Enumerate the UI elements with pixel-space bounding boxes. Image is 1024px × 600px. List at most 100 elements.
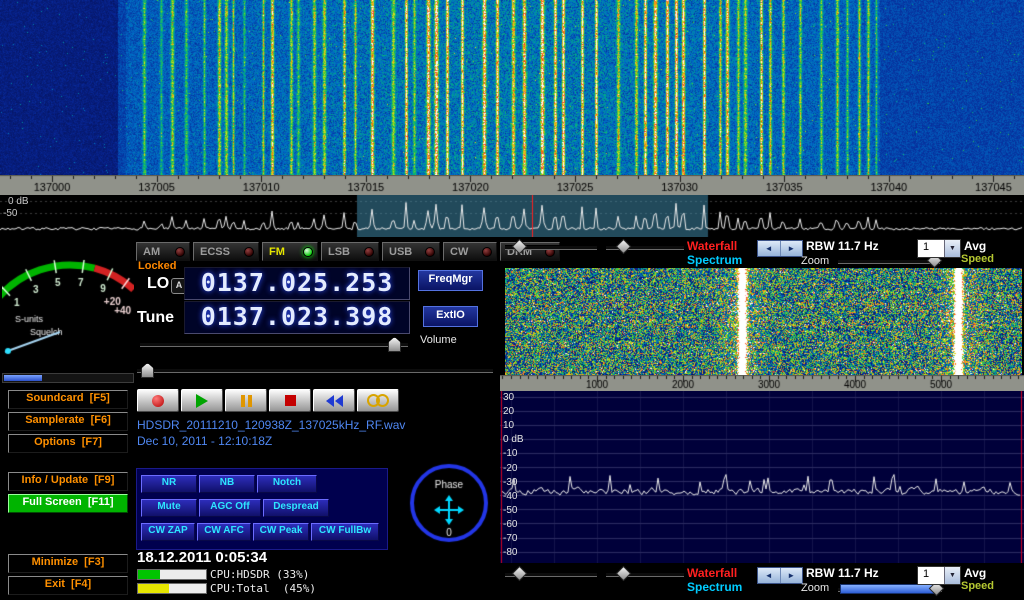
spectrum-tab-top[interactable]: Spectrum bbox=[687, 253, 742, 267]
playback-controls bbox=[137, 389, 399, 412]
mode-ecss-button[interactable]: ECSS bbox=[193, 242, 259, 261]
main-spectrum-display[interactable] bbox=[0, 195, 1024, 237]
mode-cw-led-icon bbox=[482, 247, 492, 257]
play-button[interactable] bbox=[181, 389, 223, 412]
pause-button[interactable] bbox=[225, 389, 267, 412]
mute-button[interactable]: Mute bbox=[141, 499, 197, 517]
squelch-level-fill bbox=[4, 375, 42, 381]
db-tick-label: -70 bbox=[503, 533, 517, 545]
tune-frequency-display[interactable]: 0137.023.398 bbox=[184, 301, 410, 334]
main-waterfall-display[interactable] bbox=[0, 0, 1024, 175]
rf-frequency-scale[interactable] bbox=[500, 375, 1024, 391]
soundcard-button[interactable]: Soundcard [F5] bbox=[8, 390, 128, 409]
s-meter bbox=[2, 240, 134, 370]
exit-button[interactable]: Exit [F4] bbox=[8, 576, 128, 595]
main-db-top-label: 0 dB bbox=[8, 196, 29, 207]
nb-button[interactable]: NB bbox=[199, 475, 255, 493]
cw-zap-button[interactable]: CW ZAP bbox=[141, 523, 195, 541]
bandwidth-slider-track bbox=[137, 368, 493, 373]
waterfall-brightness-slider-bottom[interactable] bbox=[505, 567, 597, 580]
waterfall-contrast-slider-bottom[interactable] bbox=[606, 567, 684, 580]
freqmgr-button[interactable]: FreqMgr bbox=[418, 270, 483, 291]
hdsdr-window: 0 dB -50 Soundcard [F5] Samplerate [F6] … bbox=[0, 0, 1024, 600]
stop-button[interactable] bbox=[269, 389, 311, 412]
minimize-button[interactable]: Minimize [F3] bbox=[8, 554, 128, 573]
rbw-label-top: RBW 11.7 Hz bbox=[806, 239, 879, 253]
main-frequency-scale[interactable] bbox=[0, 175, 1024, 195]
tune-label: Tune bbox=[137, 309, 174, 327]
slider-thumb[interactable] bbox=[512, 239, 528, 255]
waterfall-tab-bottom[interactable]: Waterfall bbox=[687, 566, 737, 580]
slider-thumb[interactable] bbox=[616, 239, 632, 255]
zoom-scrollbar-bottom[interactable]: ◄ ► bbox=[757, 567, 803, 584]
record-icon bbox=[152, 395, 164, 407]
dropdown-arrow-icon[interactable]: ▼ bbox=[944, 240, 960, 257]
cw-peak-button[interactable]: CW Peak bbox=[253, 523, 309, 541]
mode-am-led-icon bbox=[175, 247, 185, 257]
cw-afc-button[interactable]: CW AFC bbox=[197, 523, 251, 541]
mode-lsb-label: LSB bbox=[328, 246, 350, 258]
info-update-button[interactable]: Info / Update [F9] bbox=[8, 472, 128, 491]
db-tick-label: 20 bbox=[503, 406, 514, 418]
cpu-hdsdr-label: CPU:HDSDR (33%) bbox=[210, 568, 309, 581]
loop-button[interactable] bbox=[357, 389, 399, 412]
cw-fullbw-button[interactable]: CW FullBw bbox=[311, 523, 379, 541]
mode-lsb-button[interactable]: LSB bbox=[321, 242, 379, 261]
extio-button[interactable]: ExtIO bbox=[423, 306, 478, 327]
fullscreen-button[interactable]: Full Screen [F11] bbox=[8, 494, 128, 513]
bandwidth-slider-thumb[interactable] bbox=[141, 363, 154, 378]
bandwidth-slider[interactable] bbox=[137, 363, 493, 377]
zoom-scrollbar-top[interactable]: ◄ ► bbox=[757, 240, 803, 257]
loop-icon bbox=[367, 394, 389, 407]
scroll-left-icon[interactable]: ◄ bbox=[758, 568, 780, 583]
notch-button[interactable]: Notch bbox=[257, 475, 317, 493]
zoom-label-bottom: Zoom bbox=[801, 582, 829, 594]
mode-am-label: AM bbox=[143, 246, 160, 258]
record-button[interactable] bbox=[137, 389, 179, 412]
waterfall-tab-top[interactable]: Waterfall bbox=[687, 239, 737, 253]
recording-filename: HDSDR_20111210_120938Z_137025kHz_RF.wav bbox=[137, 418, 405, 432]
mode-usb-led-icon bbox=[425, 247, 435, 257]
speed-select-top[interactable]: 1 ▼ bbox=[917, 239, 961, 258]
zoom-label-top: Zoom bbox=[801, 255, 829, 267]
recording-date: Dec 10, 2011 - 12:10:18Z bbox=[137, 434, 272, 448]
rf-db-scale: 3020100 dB-10-20-30-40-50-60-70-80 bbox=[503, 392, 533, 560]
volume-slider[interactable] bbox=[140, 337, 408, 351]
slider-thumb[interactable] bbox=[512, 566, 528, 582]
mode-am-button[interactable]: AM bbox=[136, 242, 190, 261]
locked-status-label: Locked bbox=[138, 260, 177, 272]
scroll-left-icon[interactable]: ◄ bbox=[758, 241, 780, 256]
options-button[interactable]: Options [F7] bbox=[8, 434, 128, 453]
rf-waterfall-display[interactable] bbox=[505, 268, 1022, 375]
despread-button[interactable]: Despread bbox=[263, 499, 329, 517]
volume-slider-track bbox=[140, 342, 408, 347]
scroll-right-icon[interactable]: ► bbox=[780, 568, 803, 583]
rf-spectrum-display[interactable] bbox=[500, 391, 1024, 563]
waterfall-brightness-slider-top[interactable] bbox=[505, 240, 597, 253]
speed-select-bottom[interactable]: 1 ▼ bbox=[917, 566, 961, 585]
speed-label-top: Speed bbox=[961, 253, 994, 265]
mode-cw-label: CW bbox=[450, 246, 468, 258]
spectrum-tab-bottom[interactable]: Spectrum bbox=[687, 580, 742, 594]
db-tick-label: -10 bbox=[503, 448, 517, 460]
dropdown-arrow-icon[interactable]: ▼ bbox=[944, 567, 960, 584]
db-tick-label: -80 bbox=[503, 547, 517, 559]
mode-cw-button[interactable]: CW bbox=[443, 242, 497, 261]
speed-label-bottom: Speed bbox=[961, 580, 994, 592]
scroll-right-icon[interactable]: ► bbox=[780, 241, 803, 256]
mode-usb-button[interactable]: USB bbox=[382, 242, 440, 261]
samplerate-button[interactable]: Samplerate [F6] bbox=[8, 412, 128, 431]
squelch-slider[interactable] bbox=[2, 373, 134, 383]
db-tick-label: 10 bbox=[503, 420, 514, 432]
nr-button[interactable]: NR bbox=[141, 475, 197, 493]
agc-button[interactable]: AGC Off bbox=[199, 499, 261, 517]
lo-label: LO bbox=[147, 275, 169, 293]
rewind-icon bbox=[326, 395, 343, 407]
volume-slider-thumb[interactable] bbox=[388, 337, 401, 352]
avg-label-top: Avg bbox=[964, 239, 986, 253]
lo-frequency-display[interactable]: 0137.025.253 bbox=[184, 267, 410, 300]
waterfall-contrast-slider-top[interactable] bbox=[606, 240, 684, 253]
rewind-button[interactable] bbox=[313, 389, 355, 412]
slider-thumb[interactable] bbox=[616, 566, 632, 582]
mode-fm-button[interactable]: FM bbox=[262, 242, 318, 261]
